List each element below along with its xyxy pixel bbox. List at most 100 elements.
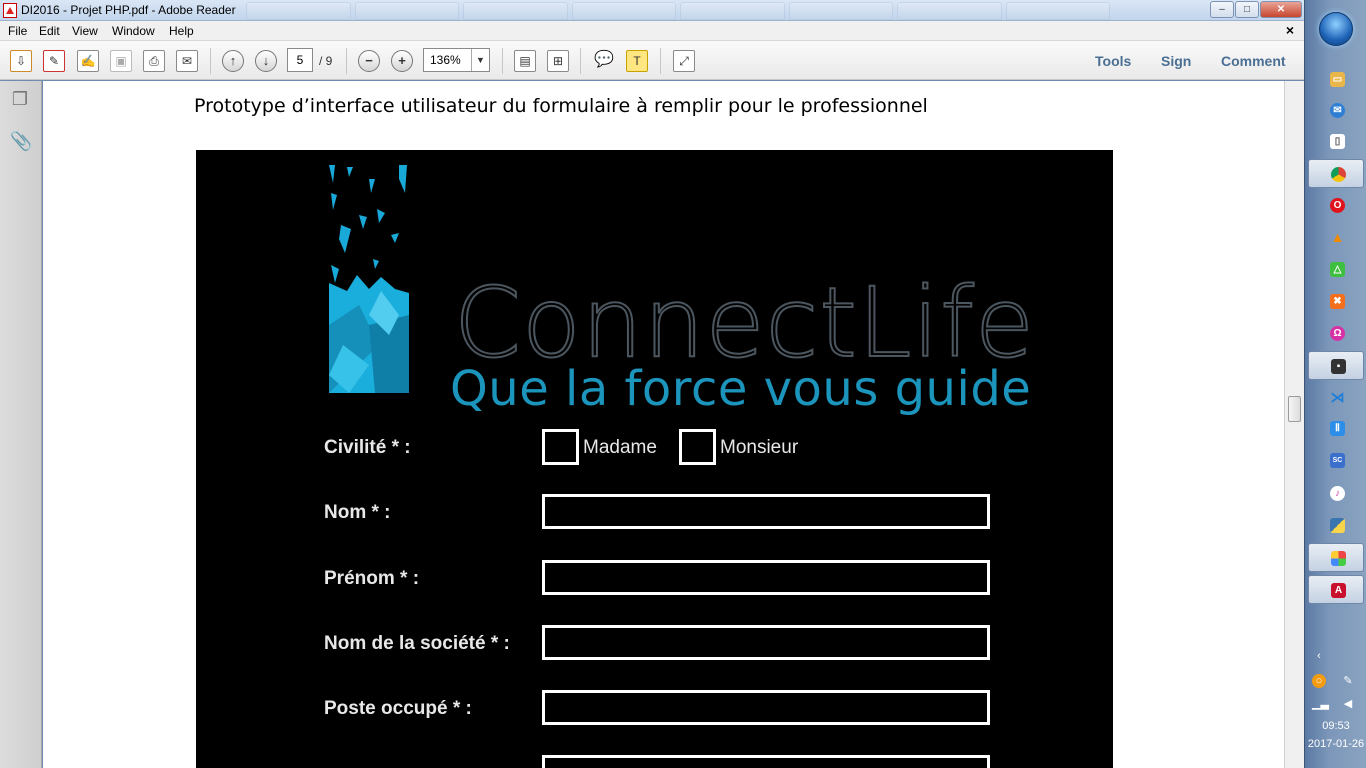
taskbar-item[interactable] xyxy=(1308,511,1364,540)
taskbar-item[interactable]: Ω xyxy=(1308,319,1364,348)
menu-bar: File Edit View Window Help × xyxy=(0,21,1304,41)
zoom-value: 136% xyxy=(430,53,461,67)
menu-window[interactable]: Window xyxy=(112,24,155,38)
nom-label: Nom * : xyxy=(324,502,391,523)
edit-pdf-icon[interactable]: ✍ xyxy=(77,50,99,72)
create-pdf-icon[interactable]: ✎ xyxy=(43,50,65,72)
chrome-icon xyxy=(1331,167,1346,182)
acrobat-icon: A xyxy=(1331,583,1346,598)
tray-app-icon[interactable]: ○ xyxy=(1312,674,1326,688)
poste-label: Poste occupé * : xyxy=(324,698,472,719)
page-total: / 9 xyxy=(319,54,333,68)
menu-file[interactable]: File xyxy=(8,24,27,38)
civility-label: Civilité * : xyxy=(324,437,411,458)
network-signal-icon[interactable]: ▁▃ xyxy=(1312,697,1329,711)
comment-bubble-icon[interactable]: 💬 xyxy=(593,50,615,72)
full-screen-icon[interactable]: ⤢ xyxy=(673,50,695,72)
highlight-text-icon[interactable]: T xyxy=(626,50,648,72)
taskbar-item[interactable] xyxy=(1308,543,1364,572)
taskbar-item[interactable]: Ⅱ xyxy=(1308,414,1364,443)
madame-checkbox[interactable] xyxy=(542,429,579,465)
maximize-button[interactable]: □ xyxy=(1235,1,1259,18)
document-icon: ▯ xyxy=(1330,134,1345,149)
adobe-reader-icon xyxy=(3,3,17,18)
logo-wordmark: ConnectLife xyxy=(453,267,1035,379)
taskbar-item[interactable]: ✉ xyxy=(1308,96,1364,125)
terminal-icon: ▪ xyxy=(1331,359,1346,374)
notes-icon: Ⅱ xyxy=(1330,421,1345,436)
taskbar-item[interactable] xyxy=(1308,159,1364,188)
taskbar-item[interactable]: ▪ xyxy=(1308,351,1364,380)
nom-field[interactable] xyxy=(542,494,990,529)
chevron-down-icon[interactable]: ▼ xyxy=(471,49,489,71)
zoom-out-icon[interactable]: − xyxy=(358,50,380,72)
pin-icon[interactable]: ✎ xyxy=(1341,674,1355,688)
taskbar-item[interactable]: A xyxy=(1308,575,1364,604)
prenom-field[interactable] xyxy=(542,560,990,595)
itunes-icon: ♪ xyxy=(1330,486,1345,501)
crystal-logo-icon xyxy=(329,165,409,393)
android-icon: △ xyxy=(1330,262,1345,277)
page-thumbnails-icon[interactable]: ❐ xyxy=(10,89,30,111)
minimize-button[interactable]: – xyxy=(1210,1,1234,18)
comment-button[interactable]: Comment xyxy=(1221,53,1286,69)
prenom-label: Prénom * : xyxy=(324,568,420,589)
zoom-select[interactable]: 136% ▼ xyxy=(423,48,490,72)
start-button-icon[interactable] xyxy=(1319,12,1353,46)
taskbar-item[interactable]: ✖ xyxy=(1308,287,1364,316)
monsieur-checkbox[interactable] xyxy=(679,429,716,465)
clock-date[interactable]: 2017-01-26 xyxy=(1305,738,1366,750)
zoom-in-icon[interactable]: + xyxy=(391,50,413,72)
attachments-paperclip-icon[interactable]: 📎 xyxy=(10,131,32,153)
background-window-tabs xyxy=(246,2,1110,20)
page-number-input[interactable]: 5 xyxy=(287,48,313,72)
thunderbird-icon: ✉ xyxy=(1330,103,1345,118)
taskbar-item[interactable]: ♪ xyxy=(1308,479,1364,508)
show-hidden-icons-icon[interactable]: ‹ xyxy=(1312,649,1326,663)
logo-tagline: Que la force vous guide xyxy=(450,361,1032,417)
xampp-icon: ✖ xyxy=(1330,294,1345,309)
close-window-button[interactable]: ✕ xyxy=(1260,1,1302,18)
madame-label: Madame xyxy=(583,437,657,458)
societe-label: Nom de la société * : xyxy=(324,633,510,654)
folder-icon: ▭ xyxy=(1330,72,1345,87)
opera-icon: O xyxy=(1330,198,1345,213)
next-field-partial[interactable] xyxy=(542,755,990,768)
clock-time[interactable]: 09:53 xyxy=(1305,720,1366,732)
app-icon: Ω xyxy=(1330,326,1345,341)
previous-page-icon[interactable]: ↑ xyxy=(222,50,244,72)
menu-edit[interactable]: Edit xyxy=(39,24,60,38)
taskbar-item[interactable]: SC xyxy=(1308,446,1364,475)
taskbar-item[interactable]: △ xyxy=(1308,255,1364,284)
navigation-panel: ❐ 📎 xyxy=(0,81,42,768)
taskbar-item[interactable]: ▭ xyxy=(1308,65,1364,94)
vscode-icon: ⋊ xyxy=(1330,389,1345,405)
sc-icon: SC xyxy=(1330,453,1345,468)
email-icon[interactable]: ✉ xyxy=(176,50,198,72)
next-page-icon[interactable]: ↓ xyxy=(255,50,277,72)
scrollbar-thumb[interactable] xyxy=(1288,396,1301,422)
taskbar-item[interactable]: ▲ xyxy=(1308,223,1364,252)
fit-page-icon[interactable]: ▤ xyxy=(514,50,536,72)
vertical-scrollbar[interactable] xyxy=(1284,81,1304,768)
title-bar: DI2016 - Projet PHP.pdf - Adobe Reader –… xyxy=(0,0,1304,21)
volume-icon[interactable]: ◀ xyxy=(1341,697,1355,711)
print-icon[interactable]: ⎙ xyxy=(143,50,165,72)
page-heading: Prototype d’interface utilisateur du for… xyxy=(194,95,928,117)
close-document-icon[interactable]: × xyxy=(1286,22,1294,38)
taskbar-item[interactable]: O xyxy=(1308,191,1364,220)
menu-view[interactable]: View xyxy=(72,24,98,38)
open-file-icon[interactable]: ⇩ xyxy=(10,50,32,72)
taskbar-item[interactable]: ▯ xyxy=(1308,127,1364,156)
document-viewer[interactable]: Prototype d’interface utilisateur du for… xyxy=(43,81,1284,768)
taskbar-item[interactable]: ⋊ xyxy=(1308,383,1364,412)
sign-button[interactable]: Sign xyxy=(1161,53,1191,69)
tools-button[interactable]: Tools xyxy=(1095,53,1131,69)
save-icon[interactable]: ▣ xyxy=(110,50,132,72)
fit-width-icon[interactable]: ⊞ xyxy=(547,50,569,72)
form-prototype-image: ConnectLife Que la force vous guide Civi… xyxy=(196,150,1113,768)
societe-field[interactable] xyxy=(542,625,990,660)
menu-help[interactable]: Help xyxy=(169,24,194,38)
python-icon xyxy=(1330,518,1345,533)
poste-field[interactable] xyxy=(542,690,990,725)
